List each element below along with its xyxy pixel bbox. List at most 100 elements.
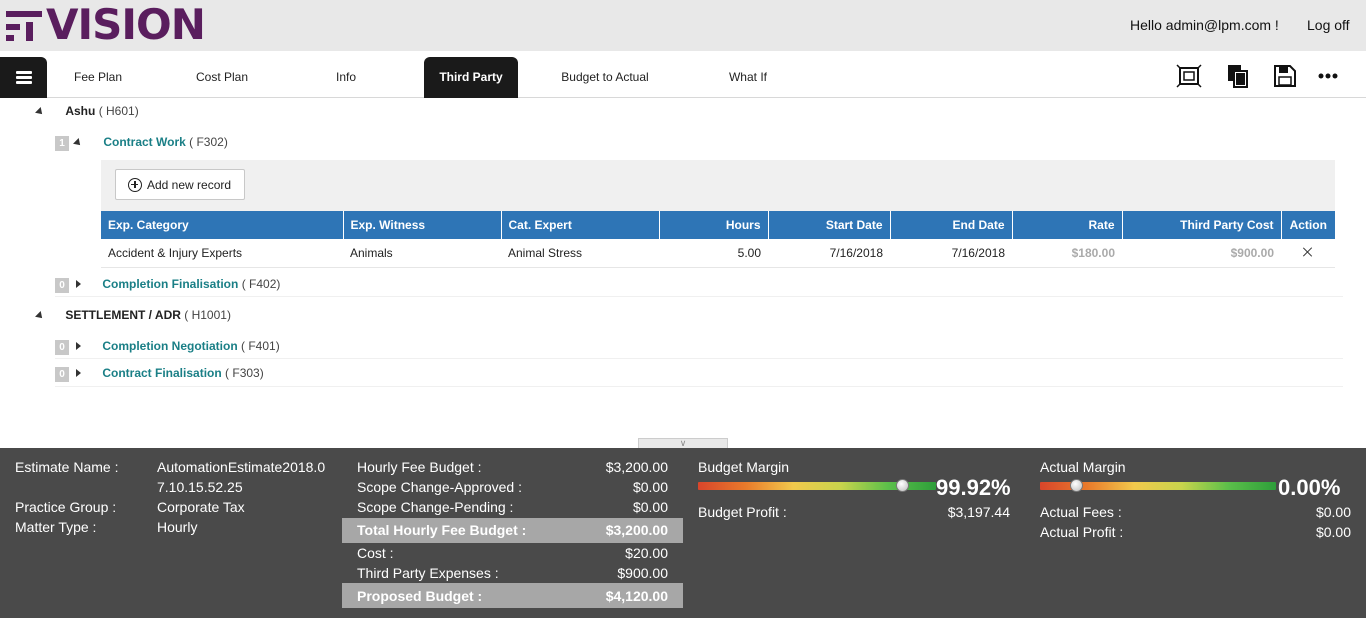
- tab-budget-to-actual[interactable]: Budget to Actual: [545, 57, 665, 98]
- tab-what-if[interactable]: What If: [708, 57, 788, 98]
- col-header[interactable]: Cat. Expert: [501, 211, 660, 239]
- item-code: ( F303): [225, 366, 264, 380]
- matter-type-value: Hourly: [157, 519, 198, 535]
- grid-toolbar: Add new record: [101, 160, 1335, 211]
- actual-margin-label: Actual Margin: [1040, 459, 1126, 475]
- collapse-arrow-icon[interactable]: [35, 107, 45, 117]
- actual-margin-value: 0.00%: [1278, 475, 1341, 500]
- copy-icon[interactable]: [1225, 64, 1251, 88]
- table-row[interactable]: Accident & Injury Experts Animals Animal…: [101, 239, 1335, 268]
- matter-type-label: Matter Type :: [15, 519, 97, 535]
- cell-exp-witness[interactable]: Animals: [343, 239, 501, 268]
- group-name: SETTLEMENT / ADR: [65, 308, 181, 322]
- actual-margin-slider-knob: [1070, 479, 1083, 492]
- collapse-arrow-icon[interactable]: [35, 311, 45, 321]
- add-record-label: Add new record: [147, 177, 232, 192]
- item-name[interactable]: Contract Finalisation: [102, 366, 221, 380]
- divider: [55, 386, 1343, 387]
- cost-label: Cost :: [357, 545, 394, 561]
- tree-group-settlement[interactable]: SETTLEMENT / ADR ( H1001): [35, 308, 231, 322]
- group-code: ( H1001): [184, 308, 231, 322]
- actual-fees-value: $0.00: [1315, 504, 1351, 520]
- record-count-badge: 0: [55, 340, 69, 355]
- estimate-name-value: AutomationEstimate2018.0: [157, 459, 326, 475]
- delete-icon[interactable]: [1303, 247, 1313, 257]
- actual-profit-label: Actual Profit :: [1040, 524, 1124, 540]
- proposed-budget-label: Proposed Budget :: [357, 588, 483, 604]
- col-header[interactable]: Third Party Cost: [1122, 211, 1282, 239]
- item-name[interactable]: Completion Finalisation: [102, 277, 238, 291]
- footer-toggle-handle[interactable]: ∨: [638, 438, 728, 448]
- summary-footer: Estimate Name : AutomationEstimate2018.0…: [0, 448, 1366, 618]
- plus-circle-icon: [128, 177, 142, 192]
- user-greeting: Hello admin@lpm.com !: [1130, 17, 1279, 33]
- tree-item-completion-negotiation[interactable]: Completion Negotiation ( F401): [76, 339, 280, 353]
- fit-screen-icon[interactable]: [1176, 64, 1202, 88]
- expand-arrow-icon[interactable]: [76, 342, 81, 350]
- col-header[interactable]: End Date: [890, 211, 1013, 239]
- double-chevron-down-icon: ∨: [679, 438, 687, 448]
- actual-profit-value: $0.00: [1315, 524, 1351, 540]
- cell-cat-expert[interactable]: Animal Stress: [501, 239, 659, 268]
- record-count-badge: 0: [55, 278, 69, 293]
- col-header[interactable]: Start Date: [768, 211, 891, 239]
- total-hourly-value: $3,200.00: [605, 522, 668, 538]
- save-icon[interactable]: [1272, 64, 1298, 88]
- item-name[interactable]: Completion Negotiation: [102, 339, 237, 353]
- cell-start-date[interactable]: 7/16/2018: [768, 239, 890, 268]
- logoff-link[interactable]: Log off: [1307, 17, 1350, 33]
- hamburger-icon: [15, 71, 32, 84]
- cell-end-date[interactable]: 7/16/2018: [890, 239, 1012, 268]
- logo-text: VISION: [46, 0, 206, 49]
- scope-approved-value: $0.00: [632, 479, 668, 495]
- item-code: ( F402): [241, 277, 281, 291]
- top-bar: VISION Hello admin@lpm.com ! Log off: [0, 0, 1366, 51]
- scope-pending-label: Scope Change-Pending :: [357, 499, 514, 515]
- record-count-badge: 1: [55, 136, 69, 151]
- practice-group-label: Practice Group :: [15, 499, 117, 515]
- expand-arrow-icon[interactable]: [76, 369, 81, 377]
- tab-cost-plan[interactable]: Cost Plan: [177, 57, 267, 98]
- item-name[interactable]: Contract Work: [103, 135, 185, 149]
- hourly-fee-budget-label: Hourly Fee Budget :: [357, 459, 482, 475]
- tree-group-ashu[interactable]: Ashu ( H601): [35, 104, 139, 118]
- col-header[interactable]: Exp. Witness: [343, 211, 502, 239]
- hourly-fee-budget-value: $3,200.00: [605, 459, 668, 475]
- col-header[interactable]: Exp. Category: [101, 211, 344, 239]
- add-new-record-button[interactable]: Add new record: [115, 169, 245, 200]
- cell-hours[interactable]: 5.00: [659, 239, 768, 268]
- third-party-expenses-value: $900.00: [617, 565, 668, 581]
- divider: [55, 296, 1343, 297]
- vision-logo[interactable]: VISION: [6, 0, 206, 49]
- tree-item-completion-finalisation[interactable]: Completion Finalisation ( F402): [76, 277, 280, 291]
- scope-pending-value: $0.00: [632, 499, 668, 515]
- total-hourly-label: Total Hourly Fee Budget :: [357, 522, 527, 538]
- item-code: ( F302): [189, 135, 228, 149]
- tree-item-contract-work[interactable]: Contract Work ( F302): [73, 135, 228, 149]
- col-header[interactable]: Rate: [1012, 211, 1123, 239]
- budget-margin-slider-knob: [895, 479, 909, 492]
- tab-third-party[interactable]: Third Party: [424, 57, 518, 98]
- cell-third-party-cost: $900.00: [1122, 239, 1281, 268]
- col-header[interactable]: Hours: [659, 211, 769, 239]
- tab-info[interactable]: Info: [306, 57, 386, 98]
- third-party-expenses-label: Third Party Expenses :: [357, 565, 499, 581]
- more-icon[interactable]: [1316, 64, 1342, 88]
- actual-fees-label: Actual Fees :: [1040, 504, 1122, 520]
- hamburger-menu-button[interactable]: [0, 57, 47, 98]
- cell-exp-category[interactable]: Accident & Injury Experts: [101, 239, 343, 268]
- record-count-badge: 0: [55, 367, 69, 382]
- third-party-panel: Add new record Exp. Category Exp. Witnes…: [101, 160, 1335, 268]
- cell-rate: $180.00: [1012, 239, 1122, 268]
- expand-arrow-icon[interactable]: [76, 280, 81, 288]
- group-name: Ashu: [65, 104, 96, 118]
- group-code: ( H601): [98, 104, 139, 118]
- tab-fee-plan[interactable]: Fee Plan: [53, 57, 143, 98]
- budget-margin-label: Budget Margin: [698, 459, 790, 475]
- total-hourly-row: Total Hourly Fee Budget : $3,200.00: [342, 518, 683, 543]
- divider: [55, 358, 1343, 359]
- estimate-name-label: Estimate Name :: [15, 459, 119, 475]
- collapse-arrow-icon[interactable]: [73, 138, 83, 148]
- tree-item-contract-finalisation[interactable]: Contract Finalisation ( F303): [76, 366, 264, 380]
- cell-action: [1281, 239, 1335, 268]
